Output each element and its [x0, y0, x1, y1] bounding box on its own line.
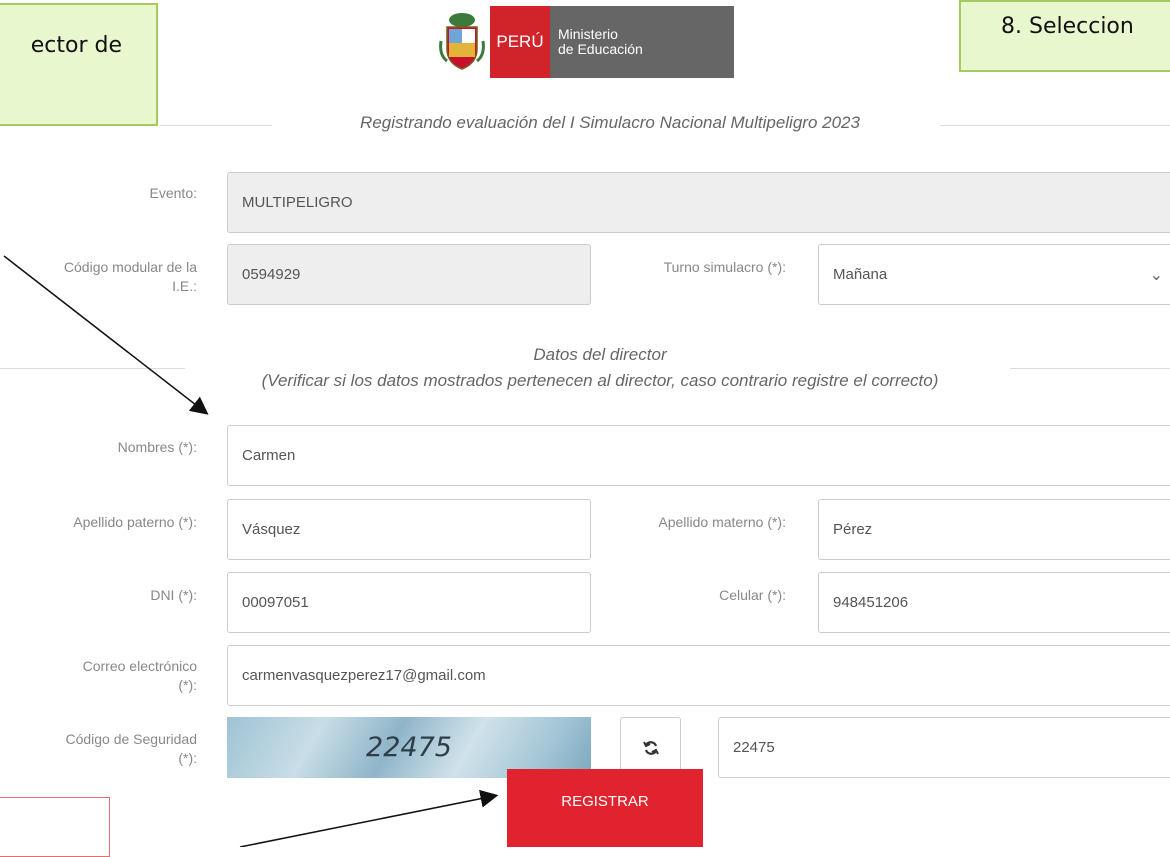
dni-label: DNI (*):	[150, 587, 197, 603]
divider-line	[1010, 368, 1170, 369]
director-section-heading: Datos del director (Verificar si los dat…	[200, 342, 1000, 394]
callout-box-right: 8. Seleccion	[959, 0, 1170, 72]
codigo-seguridad-value: 22475	[733, 739, 775, 756]
callout-box-bottom	[0, 797, 110, 857]
divider-line	[0, 368, 185, 369]
codigo-modular-field: 0594929	[227, 244, 591, 305]
logo-ministry-line1: Ministerio	[558, 26, 618, 42]
codigo-seguridad-input[interactable]: 22475	[718, 717, 1170, 778]
apellido-paterno-input[interactable]: Vásquez	[227, 499, 591, 560]
correo-input[interactable]: carmenvasquezperez17@gmail.com	[227, 645, 1170, 706]
callout-box-left: ector de	[0, 3, 158, 126]
codigo-seguridad-label: Código de Seguridad (*):	[0, 730, 197, 768]
director-title: Datos del director	[533, 345, 667, 364]
logo-ministry: Ministerio de Educación	[550, 6, 734, 78]
form-section-title: Registrando evaluación del I Simulacro N…	[360, 113, 860, 132]
captcha-text: 22475	[366, 732, 452, 763]
nombres-input[interactable]: Carmen	[227, 425, 1170, 486]
celular-input[interactable]: 948451206	[818, 572, 1170, 633]
turno-value: Mañana	[833, 266, 888, 283]
evento-field: MULTIPELIGRO	[227, 172, 1170, 233]
correo-label-line1: Correo electrónico	[82, 658, 197, 674]
coat-of-arms-icon	[434, 6, 490, 78]
divider-line	[160, 125, 272, 126]
codigo-seguridad-label-line2: (*):	[178, 750, 197, 766]
minedu-logo: PERÚ Ministerio de Educación	[434, 6, 734, 78]
correo-label-line2: (*):	[178, 677, 197, 693]
dni-value: 00097051	[242, 594, 309, 611]
logo-country: PERÚ	[490, 6, 550, 78]
evento-label: Evento:	[149, 185, 197, 201]
apellido-materno-label: Apellido materno (*):	[658, 514, 786, 530]
apellido-materno-value: Pérez	[833, 521, 873, 538]
codigo-modular-label-line2: I.E.:	[172, 278, 197, 294]
turno-label: Turno simulacro (*):	[663, 259, 786, 275]
celular-value: 948451206	[833, 594, 909, 611]
celular-label: Celular (*):	[719, 587, 786, 603]
apellido-materno-input[interactable]: Pérez	[818, 499, 1170, 560]
correo-value: carmenvasquezperez17@gmail.com	[242, 667, 486, 684]
callout-right-text: 8. Seleccion	[1001, 14, 1134, 39]
codigo-modular-label: Código modular de la I.E.:	[0, 258, 197, 296]
logo-ministry-line2: de Educación	[558, 41, 643, 57]
registrar-button[interactable]: REGISTRAR	[507, 769, 703, 847]
turno-select[interactable]: Mañana ⌄	[818, 244, 1170, 305]
correo-label: Correo electrónico (*):	[0, 657, 197, 695]
dni-input[interactable]: 00097051	[227, 572, 591, 633]
divider-line	[940, 125, 1170, 126]
codigo-modular-value: 0594929	[242, 266, 301, 283]
nombres-label: Nombres (*):	[117, 439, 197, 455]
arrow-to-registrar	[239, 789, 499, 847]
apellido-paterno-value: Vásquez	[242, 521, 301, 538]
refresh-icon	[642, 740, 659, 755]
apellido-paterno-label: Apellido paterno (*):	[73, 514, 197, 530]
callout-left-text: ector de	[30, 33, 122, 58]
chevron-down-icon: ⌄	[1149, 266, 1163, 284]
codigo-modular-label-line1: Código modular de la	[63, 259, 197, 275]
codigo-seguridad-label-line1: Código de Seguridad	[65, 731, 197, 747]
nombres-value: Carmen	[242, 447, 296, 464]
evento-value: MULTIPELIGRO	[242, 194, 353, 211]
director-subtitle: (Verificar si los datos mostrados perten…	[261, 371, 939, 390]
